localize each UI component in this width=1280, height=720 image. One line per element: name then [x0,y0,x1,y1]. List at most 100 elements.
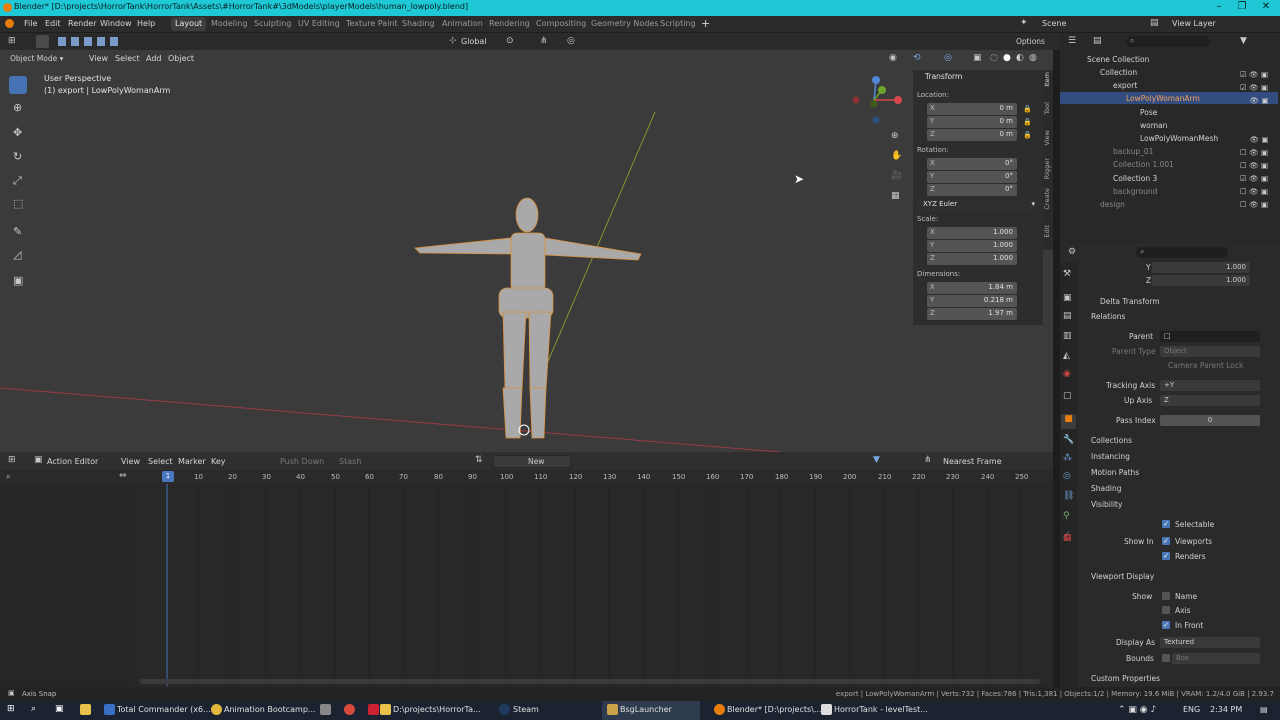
dimensions-x-field[interactable]: X 1.84 m [927,282,1017,294]
measure-tool-icon[interactable]: ◿ [13,249,21,260]
menu-render[interactable]: Render [68,19,96,28]
location-y-field[interactable]: Y0 m [927,116,1017,128]
scene-tab-icon[interactable]: ◭ [1063,352,1070,361]
menu-edit[interactable]: Edit [45,19,61,28]
menu-file[interactable]: File [24,19,37,28]
physics-tab-icon[interactable]: ◎ [1063,472,1071,481]
camera-parent-lock-label[interactable]: Camera Parent Lock [1168,361,1243,370]
woman-row[interactable]: woman [1140,121,1167,130]
add-menu[interactable]: Add [146,54,162,63]
design-row[interactable]: design [1100,200,1125,209]
cursor-tool-icon[interactable]: ⊕ [13,102,22,113]
dimensions-y-field[interactable]: Y 0.218 m [927,295,1017,307]
explorer-icon[interactable] [80,704,91,715]
zoom-icon[interactable]: ⊕ [891,132,899,141]
rotation-mode-select[interactable]: XYZ Euler ▾ [917,199,1039,211]
modifier-tab-icon[interactable]: 🔧 [1063,436,1074,445]
search-icon[interactable]: ⌕ [6,473,10,481]
tracking-axis-select[interactable]: +Y [1160,380,1260,391]
relations-header[interactable]: Relations [1091,312,1125,321]
proportional-edit-icon[interactable]: ◎ [567,37,575,46]
tab-layout[interactable]: Layout [171,17,207,31]
material-shading-icon[interactable]: ◐ [1016,54,1024,63]
3d-viewport[interactable]: Object Mode ▾ View Select Add Object Use… [0,50,1053,452]
menu-help[interactable]: Help [137,19,155,28]
tab-animation[interactable]: Animation [438,17,487,31]
total-commander-icon[interactable] [104,704,115,715]
tray-icons[interactable]: ⌃ ▣ ◉ ♪ [1118,705,1156,715]
object-menu[interactable]: Object [168,54,194,63]
sync-icon[interactable]: ⇔ [119,472,127,481]
ae-view-menu[interactable]: View [121,457,140,466]
renders-checkbox[interactable]: ✓ [1162,552,1170,560]
select-box-tool-icon[interactable] [36,35,49,48]
scale-tool-icon[interactable]: ⤢ [13,175,22,186]
object-mode-select[interactable]: Object Mode ▾ [6,53,67,64]
snap-icon[interactable]: ⋔ [540,37,548,46]
chrome-icon[interactable] [211,704,222,715]
blender-menu-icon[interactable] [5,19,14,28]
select-menu[interactable]: Select [115,54,140,63]
in-front-checkbox[interactable]: ✓ [1162,621,1170,629]
bounds-select[interactable]: Box [1172,653,1260,664]
tab-geometry-nodes[interactable]: Geometry Nodes [587,17,662,31]
visibility-toggle-icon[interactable]: ◉ [889,54,897,63]
stash-button[interactable]: Stash [339,457,361,466]
render-tab-icon[interactable]: ▣ [1063,294,1072,303]
gizmo-toggle-icon[interactable]: ⟲ [913,54,921,63]
bsg-icon[interactable] [607,704,618,715]
viewport-display-header[interactable]: Viewport Display [1091,572,1154,581]
solid-shading-icon[interactable]: ● [1003,54,1011,63]
viewports-checkbox[interactable]: ✓ [1162,537,1170,545]
transform-header[interactable]: Transform [925,72,962,81]
xray-toggle-icon[interactable]: ▣ [973,54,982,63]
view-menu[interactable]: View [89,54,108,63]
rotation-z-field[interactable]: Z 0° [927,184,1017,196]
taskbar-steam[interactable]: Steam [513,705,539,714]
tab-item[interactable]: Item [1043,72,1051,87]
push-down-button[interactable]: Push Down [280,457,324,466]
particles-tab-icon[interactable]: ⁂ [1063,454,1072,463]
parent-type-select[interactable]: Object [1160,346,1260,357]
unity-icon[interactable] [821,704,832,715]
object-tab-icon[interactable]: ■ [1061,414,1076,429]
world-tab-icon[interactable]: ◉ [1063,370,1071,379]
scale-x-field[interactable]: X 1.000 [927,227,1017,239]
properties-editor[interactable]: ⚙ ⌕ Y 1.000 Z 1.000 Delta Transform Rela… [1060,243,1280,687]
collections-header[interactable]: Collections [1091,436,1132,445]
horizontal-scrollbar[interactable] [140,679,1040,684]
action-browse-icon[interactable]: ⇅ [475,456,483,465]
move-tool-icon[interactable]: ✥ [13,127,22,138]
current-frame-indicator[interactable]: 1 [162,471,174,482]
maximize-icon[interactable]: ❐ [1232,1,1252,12]
minimize-icon[interactable]: – [1209,1,1229,12]
rotate-tool-icon[interactable]: ↻ [13,151,22,162]
pass-index-field[interactable]: 0 [1160,415,1260,426]
scene-name[interactable]: Scene [1042,19,1066,28]
constraints-tab-icon[interactable]: ⛓ [1063,492,1074,501]
menu-window[interactable]: Window [100,19,132,28]
outliner-filter-icon[interactable]: ▼ [1240,37,1247,46]
lowpolywomanarm-row[interactable]: LowPolyWomanArm [1126,94,1200,103]
new-action-button[interactable]: New [493,455,571,468]
folder-icon[interactable] [380,704,391,715]
ae-marker-menu[interactable]: Marker [178,457,206,466]
tab-shading[interactable]: Shading [398,17,439,31]
delta-transform-header[interactable]: Delta Transform [1100,297,1160,306]
scale-y-field[interactable]: Y 1.000 [927,240,1017,252]
tab-compositing[interactable]: Compositing [532,17,590,31]
ortho-grid-icon[interactable]: ▦ [891,192,900,201]
view-layer-tab-icon[interactable]: ▥ [1063,332,1072,341]
lowpolywomanmesh-row[interactable]: LowPolyWomanMesh [1140,134,1218,143]
shading-header[interactable]: Shading [1091,484,1121,493]
wireframe-shading-icon[interactable]: ◌ [990,54,998,63]
action-editor-mode-select[interactable]: Action Editor [47,457,98,466]
tab-uv-editing[interactable]: UV Editing [294,17,344,31]
overlay-toggle-icon[interactable]: ◎ [944,54,952,63]
notifications-icon[interactable]: ▤ [1260,705,1268,714]
tab-edit[interactable]: Edit [1043,225,1051,238]
search-icon[interactable]: ⌕ [31,705,36,714]
browser-icon[interactable] [344,704,355,715]
annotate-tool-icon[interactable]: ✎ [13,226,22,237]
language-indicator[interactable]: ENG [1183,705,1200,714]
